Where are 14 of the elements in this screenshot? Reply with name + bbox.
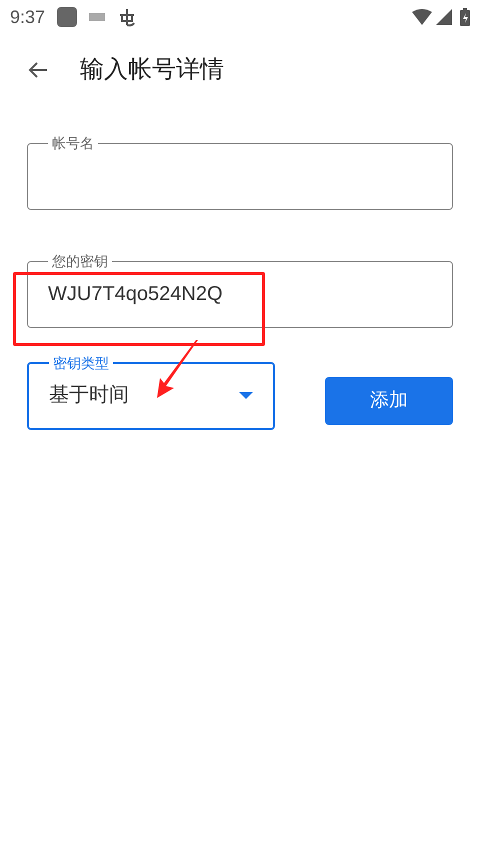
signal-icon: [436, 9, 452, 25]
field-label: 您的密钥: [51, 254, 109, 268]
status-time: 9:37: [10, 6, 46, 28]
screen-title: 输入帐号详情: [80, 55, 224, 85]
add-button[interactable]: 添加: [325, 377, 453, 425]
dropdown-caret-icon: [239, 392, 253, 398]
battery-icon: [460, 8, 470, 26]
text-field[interactable]: 帐号名: [27, 136, 453, 210]
field-label: 密钥类型: [52, 356, 110, 370]
dropdown-value: 基于时间: [49, 383, 129, 408]
text-field[interactable]: 您的密钥 WJU7T4qo524N2Q: [27, 254, 453, 328]
field-label: 帐号名: [51, 136, 95, 150]
app-notification-icon: [57, 7, 78, 27]
wifi-icon: [412, 9, 432, 25]
